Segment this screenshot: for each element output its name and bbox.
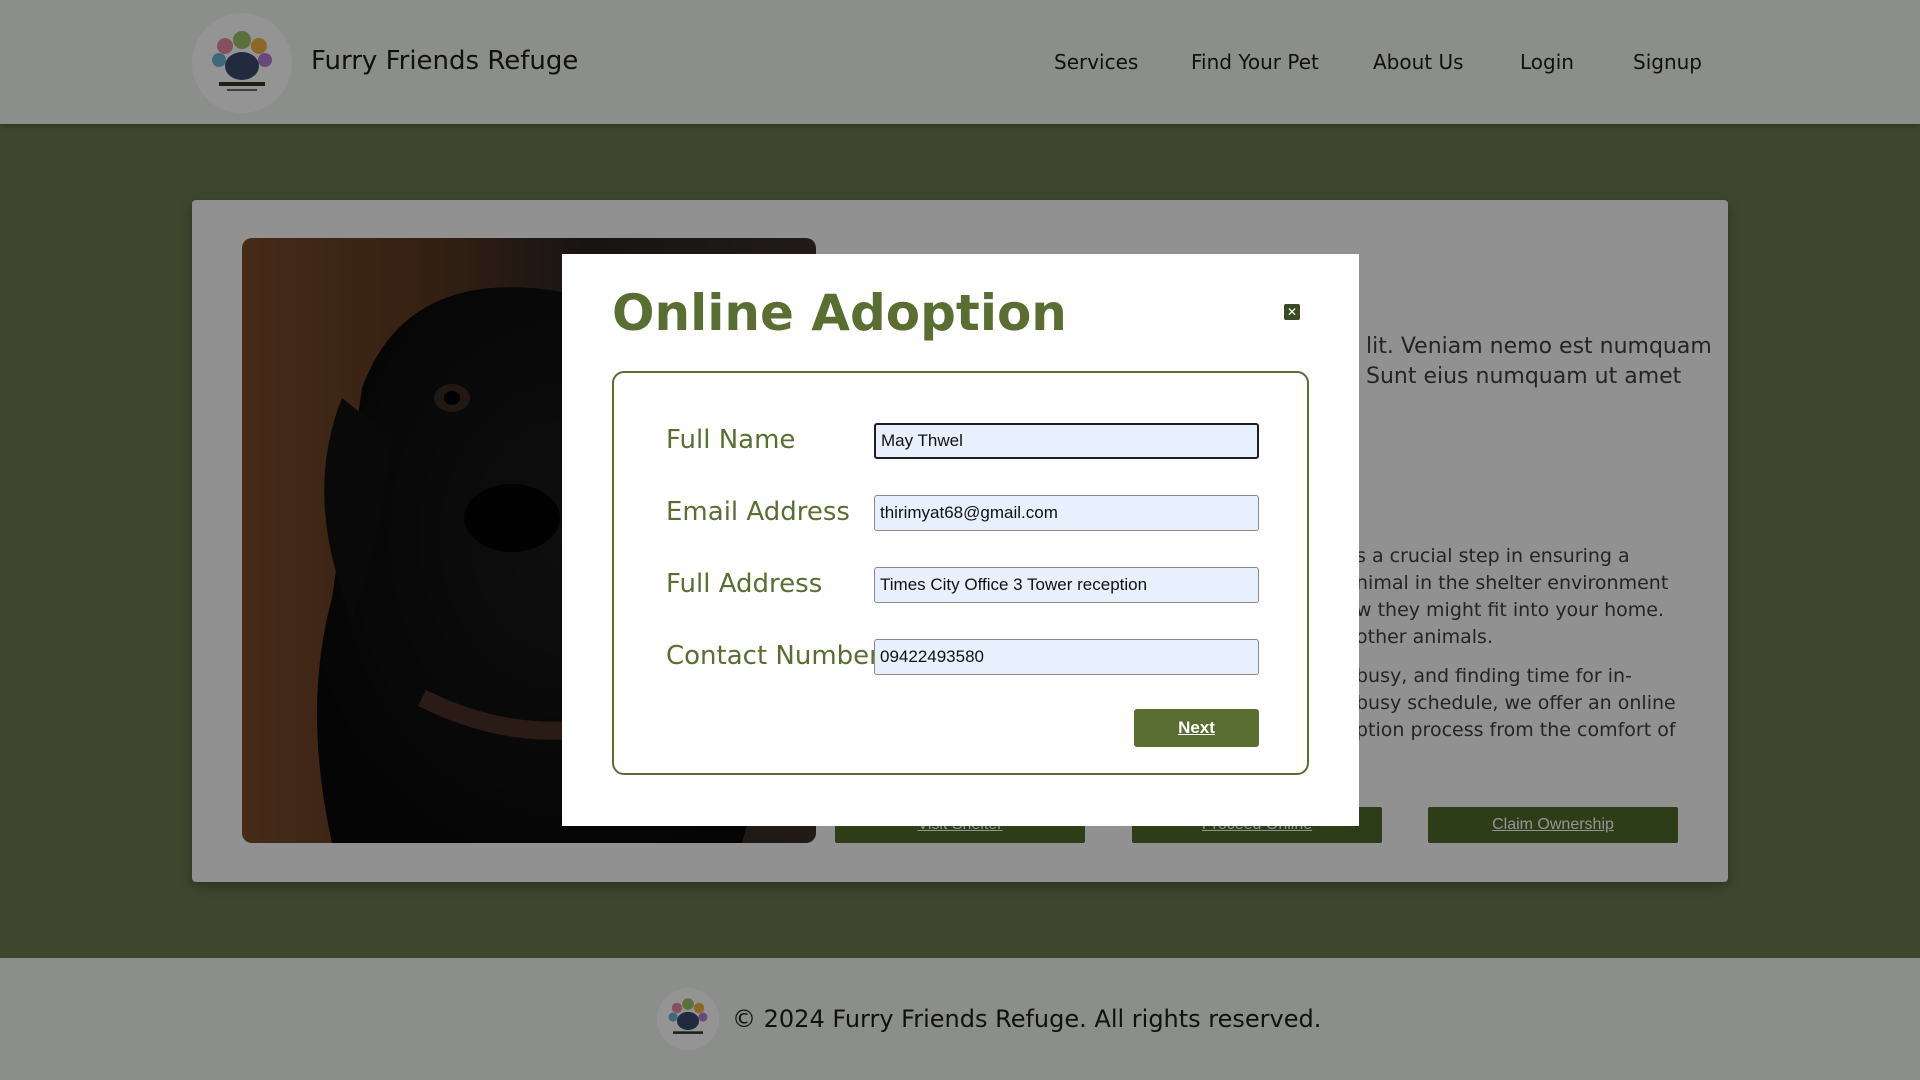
full-name-label: Full Name (666, 425, 796, 455)
full-address-label: Full Address (666, 569, 823, 599)
modal-title: Online Adoption (612, 284, 1067, 342)
online-adoption-modal: Online Adoption ✕ Full Name Email Addres… (562, 254, 1359, 826)
contact-number-input[interactable] (874, 639, 1259, 675)
email-label: Email Address (666, 497, 850, 527)
email-input[interactable] (874, 495, 1259, 531)
close-icon[interactable]: ✕ (1284, 304, 1300, 320)
contact-number-label: Contact Number (666, 641, 880, 671)
full-address-input[interactable] (874, 567, 1259, 603)
next-button[interactable]: Next (1134, 709, 1259, 747)
full-name-input[interactable] (874, 423, 1259, 459)
adoption-form: Full Name Email Address Full Address Con… (612, 371, 1309, 775)
